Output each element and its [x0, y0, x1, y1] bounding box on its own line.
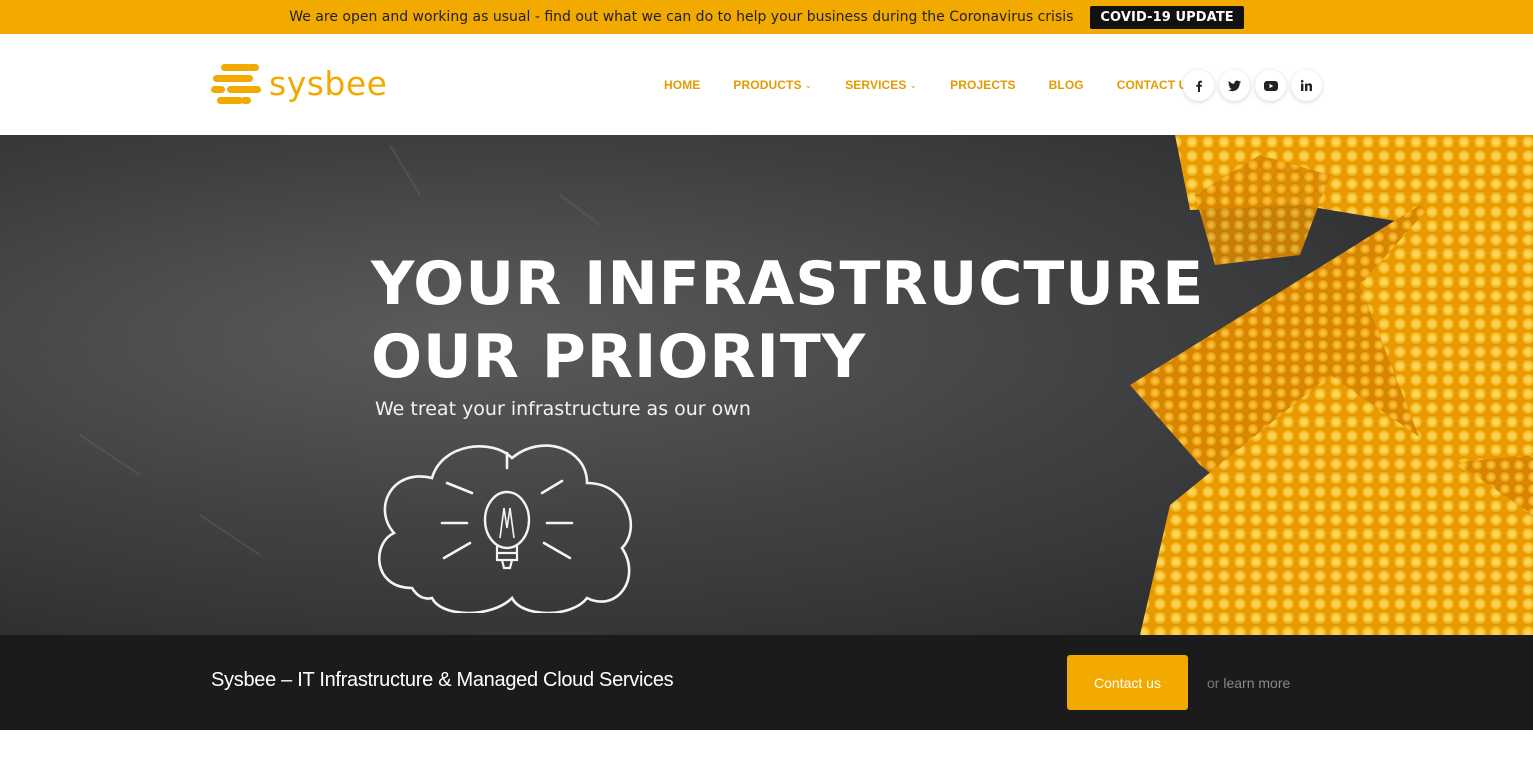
linkedin-icon[interactable] — [1291, 70, 1322, 101]
learn-more-link[interactable]: learn more — [1223, 675, 1290, 691]
hero-title-line-1: YOUR INFRASTRUCTURE — [371, 249, 1205, 319]
announcement-bar: We are open and working as usual - find … — [0, 0, 1533, 34]
logo-text: sysbee — [269, 63, 388, 103]
covid-update-button[interactable]: COVID-19 UPDATE — [1090, 5, 1244, 29]
hero-title: YOUR INFRASTRUCTURE OUR PRIORITY — [371, 248, 1204, 394]
twitter-icon[interactable] — [1219, 70, 1250, 101]
lightbulb-cloud-icon — [378, 444, 633, 613]
cta-tagline: Sysbee – IT Infrastructure & Managed Clo… — [211, 669, 674, 691]
chevron-down-icon: ⌄ — [804, 79, 813, 90]
hero-subtitle: We treat your infrastructure as our own — [375, 398, 751, 420]
social-links — [1183, 70, 1327, 101]
nav-products[interactable]: PRODUCTS ⌄ — [733, 78, 812, 92]
nav-home[interactable]: HOME — [664, 78, 700, 92]
announcement-text: We are open and working as usual - find … — [289, 9, 1074, 25]
cta-or-text: or learn more — [1207, 675, 1290, 691]
or-label: or — [1207, 675, 1220, 691]
logo[interactable]: sysbee — [211, 62, 387, 108]
site-header: sysbee HOME PRODUCTS ⌄ SERVICES ⌄ PROJECTS… — [0, 34, 1533, 135]
chevron-down-icon: ⌄ — [909, 79, 918, 90]
contact-us-button[interactable]: Contact us — [1067, 655, 1188, 710]
nav-services[interactable]: SERVICES ⌄ — [845, 78, 917, 92]
facebook-icon[interactable] — [1183, 70, 1214, 101]
main-nav: HOME PRODUCTS ⌄ SERVICES ⌄ PROJECTS BLOG C… — [664, 78, 1195, 92]
cta-strip: Sysbee – IT Infrastructure & Managed Clo… — [0, 635, 1533, 730]
nav-blog[interactable]: BLOG — [1049, 78, 1084, 92]
nav-projects[interactable]: PROJECTS — [950, 78, 1015, 92]
youtube-icon[interactable] — [1255, 70, 1286, 101]
hero-banner: YOUR INFRASTRUCTURE OUR PRIORITY We trea… — [0, 135, 1533, 635]
logo-mark-icon — [211, 64, 261, 104]
hero-title-line-2: OUR PRIORITY — [371, 322, 867, 392]
